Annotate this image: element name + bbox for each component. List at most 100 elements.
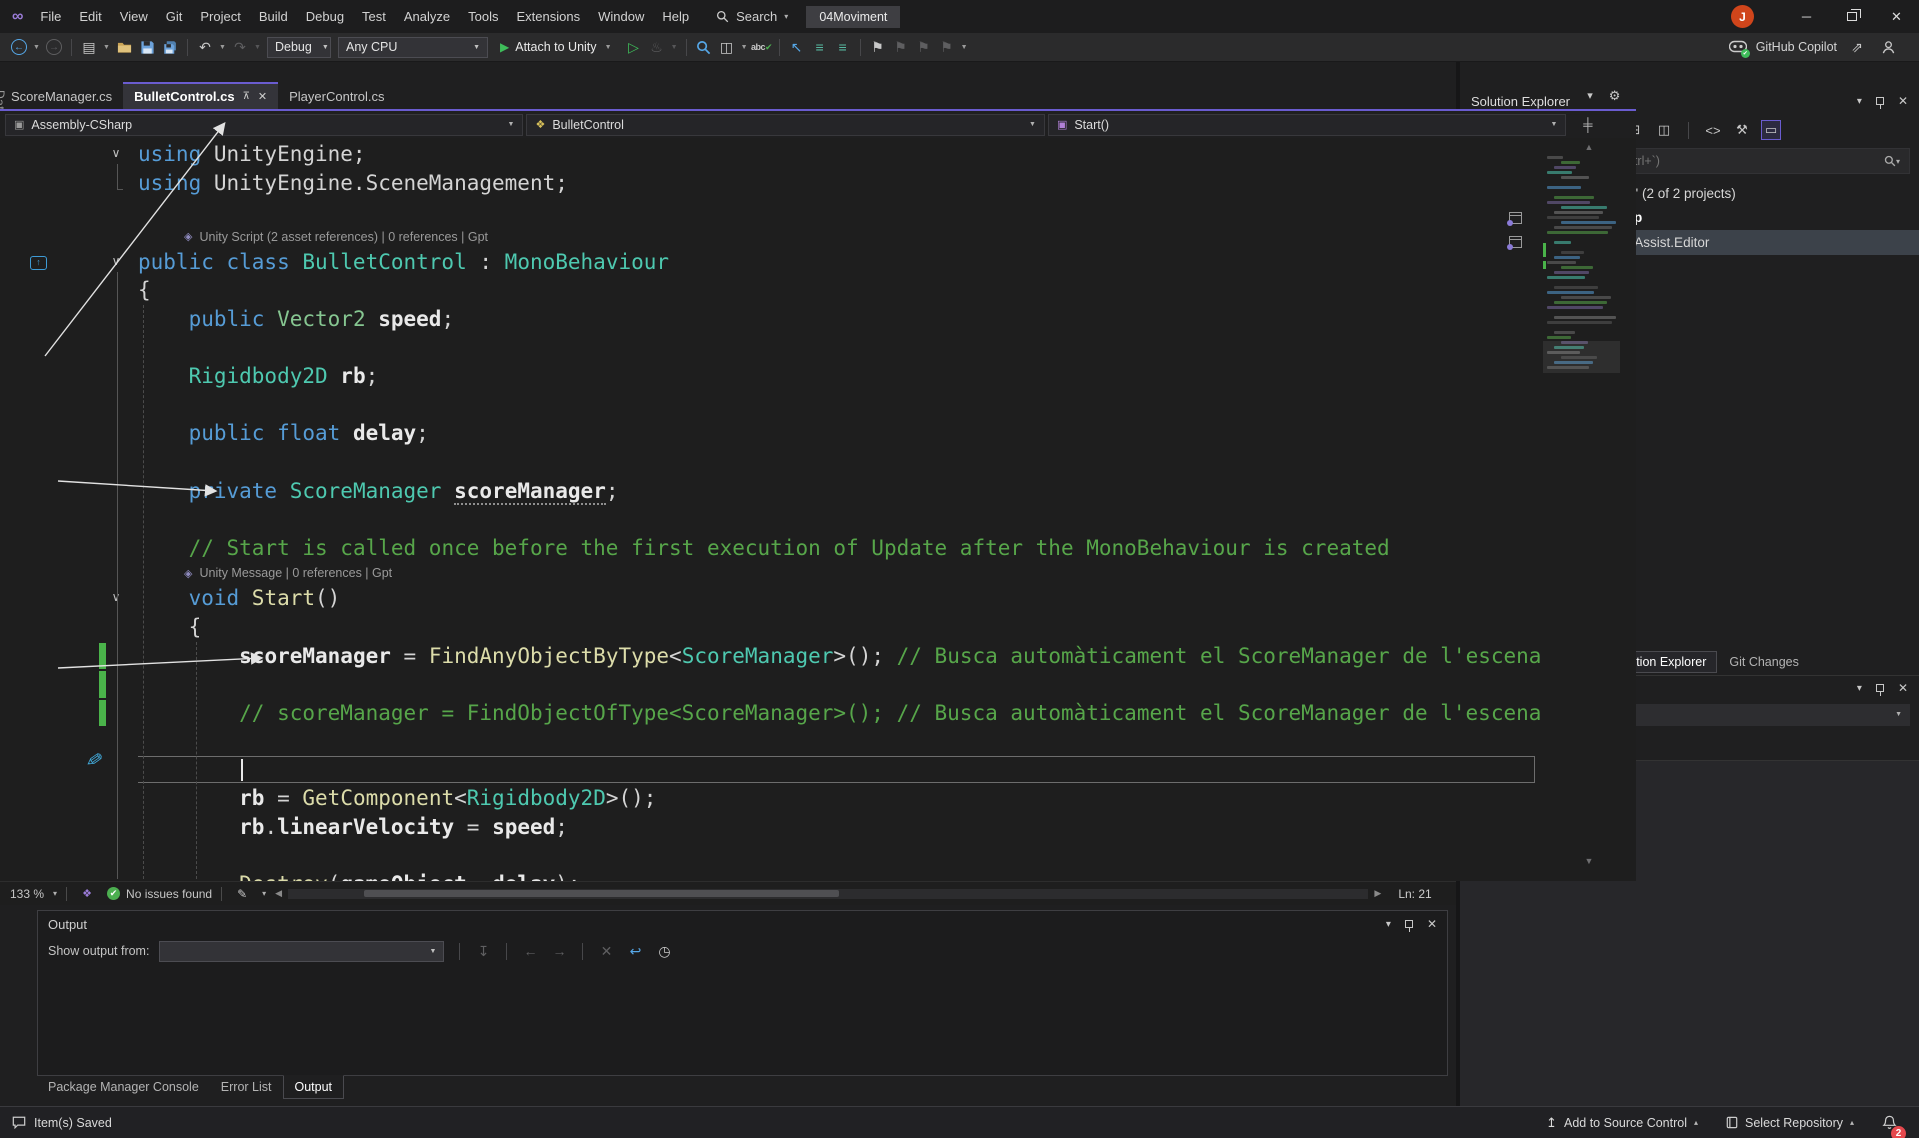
line-indicator[interactable]: Ln: 21 <box>1398 887 1431 901</box>
toolbar-overflow-dropdown[interactable]: ▼ <box>959 44 970 51</box>
code-line[interactable]: { <box>138 276 1541 305</box>
menu-file[interactable]: File <box>31 0 70 33</box>
codelens-text[interactable]: Unity Script (2 asset references) | 0 re… <box>199 230 488 244</box>
copilot-user-icon[interactable] <box>1877 36 1899 58</box>
properties-wrench-icon[interactable]: ⚒ <box>1732 120 1752 140</box>
menu-analyze[interactable]: Analyze <box>395 0 459 33</box>
code-line[interactable]: void Start() <box>138 584 1541 613</box>
save-all-icon[interactable] <box>159 36 181 58</box>
code-line[interactable]: // scoreManager = FindObjectOfType<Score… <box>138 699 1541 728</box>
show-all-files-icon[interactable]: ◫ <box>1654 120 1674 140</box>
menu-tools[interactable]: Tools <box>459 0 507 33</box>
code-cleanup-icon[interactable]: ✎ <box>231 883 253 905</box>
code-line[interactable]: Destroy(gameObject, delay); <box>138 870 1541 881</box>
properties-close-icon[interactable]: ✕ <box>1898 681 1908 695</box>
code-cleanup-dropdown[interactable]: ▾ <box>262 889 266 898</box>
menu-extensions[interactable]: Extensions <box>508 0 590 33</box>
close-button[interactable]: ✕ <box>1874 0 1919 33</box>
split-window-handle[interactable]: ╪ <box>1583 117 1592 132</box>
properties-pin-icon[interactable] <box>1876 684 1884 692</box>
prev-bookmark-icon[interactable]: ⚑ <box>890 36 912 58</box>
code-line[interactable] <box>138 505 1541 534</box>
code-line[interactable] <box>138 670 1541 699</box>
start-without-debugging-icon[interactable]: ▷ <box>623 36 645 58</box>
document-health-indicator[interactable]: ✔ No issues found <box>107 887 212 901</box>
output-content[interactable] <box>38 965 1447 1075</box>
search-control[interactable]: Search ▾ <box>716 9 788 24</box>
output-close-icon[interactable]: ✕ <box>1427 917 1437 931</box>
github-copilot-label[interactable]: GitHub Copilot <box>1756 40 1837 54</box>
menu-debug[interactable]: Debug <box>297 0 353 33</box>
menu-help[interactable]: Help <box>653 0 698 33</box>
properties-position-dropdown[interactable]: ▾ <box>1857 683 1862 694</box>
code-line[interactable]: // Start is called once before the first… <box>138 534 1541 563</box>
find-in-files-icon[interactable] <box>693 36 715 58</box>
code-line[interactable]: rb = GetComponent<Rigidbody2D>(); <box>138 784 1541 813</box>
output-pin-icon[interactable] <box>1405 920 1413 928</box>
code-line[interactable]: public class BulletControl : MonoBehavio… <box>138 248 1541 277</box>
editor-margin[interactable]: ∨∨∨↑ <box>0 138 138 881</box>
toggle-word-wrap-icon[interactable]: ↩ <box>624 940 646 962</box>
menu-edit[interactable]: Edit <box>70 0 110 33</box>
spell-checker-icon[interactable]: abc✔ <box>751 36 773 58</box>
clear-all-icon[interactable]: ✕ <box>595 940 617 962</box>
save-icon[interactable] <box>136 36 158 58</box>
redo-dropdown[interactable]: ▼ <box>252 44 263 51</box>
code-line[interactable] <box>138 727 1541 756</box>
horizontal-scrollbar[interactable]: ◀ ▶ <box>275 888 1381 899</box>
minimap-viewport[interactable] <box>1543 341 1620 373</box>
window-layout-dropdown[interactable]: ▼ <box>739 44 750 51</box>
scrollbar-track[interactable] <box>288 889 1368 899</box>
code-line[interactable]: scoreManager = FindAnyObjectByType<Score… <box>138 642 1541 671</box>
scroll-left-arrow[interactable]: ◀ <box>275 888 282 899</box>
undo-icon[interactable]: ↶ <box>194 36 216 58</box>
open-folder-icon[interactable] <box>113 36 135 58</box>
menu-view[interactable]: View <box>111 0 157 33</box>
indent-operations-icon[interactable]: ≡ <box>832 36 854 58</box>
code-line[interactable]: private ScoreManager scoreManager; <box>138 477 1541 506</box>
fold-chevron-icon[interactable]: ∨ <box>106 146 126 160</box>
select-repository-button[interactable]: Select Repository ▴ <box>1726 1116 1854 1130</box>
solution-explorer-pin-icon[interactable] <box>1876 97 1884 105</box>
tab-pin-icon[interactable]: ⊼ <box>243 91 250 102</box>
zoom-dropdown[interactable]: ▾ <box>53 889 57 898</box>
navigate-backward-icon[interactable]: ← <box>11 39 27 55</box>
code-line[interactable]: rb.linearVelocity = speed; <box>138 813 1541 842</box>
hot-reload-icon[interactable]: ♨ <box>646 36 668 58</box>
hot-reload-dropdown[interactable]: ▼ <box>669 44 680 51</box>
sync-namespaces-icon[interactable]: ◫ <box>716 36 738 58</box>
code-line[interactable]: { <box>138 613 1541 642</box>
avatar[interactable]: J <box>1731 5 1754 28</box>
unity-asset-margin-icon[interactable]: ↑ <box>30 256 47 270</box>
solution-explorer-close-icon[interactable]: ✕ <box>1898 94 1908 108</box>
add-to-source-control-button[interactable]: ↥ Add to Source Control ▴ <box>1546 1115 1698 1131</box>
solution-configurations-combo[interactable]: Debug▼ <box>267 37 331 58</box>
selection-mode-icon[interactable]: ↖ <box>786 36 808 58</box>
scrollbar-thumb[interactable] <box>364 890 839 897</box>
tab-bulletcontrol-cs[interactable]: BulletControl.cs⊼✕ <box>123 82 278 109</box>
ide-suggestions-icon[interactable]: ❖ <box>76 883 98 905</box>
code-view[interactable]: using UnityEngine;using UnityEngine.Scen… <box>138 138 1541 881</box>
new-project-icon[interactable]: ▤ <box>78 36 100 58</box>
tab-playercontrol-cs[interactable]: PlayerControl.cs <box>278 82 395 109</box>
feedback-icon[interactable] <box>12 1116 26 1129</box>
document-list-dropdown-icon[interactable]: ▾ <box>1587 89 1593 102</box>
search-scope-dropdown[interactable]: ▾ <box>784 12 788 21</box>
codelens-text[interactable]: Unity Message | 0 references | Gpt <box>199 566 392 580</box>
code-line[interactable]: public Vector2 speed; <box>138 305 1541 334</box>
code-line[interactable] <box>138 197 1541 226</box>
type-dropdown[interactable]: ❖BulletControl▼ <box>526 114 1044 136</box>
search-options-dropdown[interactable]: ▾ <box>1896 157 1900 166</box>
code-line[interactable]: using UnityEngine.SceneManagement; <box>138 169 1541 198</box>
zoom-level[interactable]: 133 % <box>10 887 44 901</box>
minimap-scrollbar[interactable]: ▲▼ <box>1541 138 1636 881</box>
bottom-tab-output[interactable]: Output <box>283 1075 345 1099</box>
output-window-position-dropdown[interactable]: ▾ <box>1386 919 1391 930</box>
menu-build[interactable]: Build <box>250 0 297 33</box>
scroll-down-arrow-icon[interactable]: ▼ <box>1584 856 1593 866</box>
code-editor[interactable]: ∨∨∨↑ using UnityEngine;using UnityEngine… <box>0 138 1636 881</box>
preview-selected-items-icon[interactable]: ▭ <box>1761 120 1781 140</box>
project-dropdown[interactable]: ▣Assembly-CSharp▼ <box>5 114 523 136</box>
fold-chevron-icon[interactable]: ∨ <box>106 590 126 604</box>
view-code-icon[interactable]: <> <box>1703 120 1723 140</box>
